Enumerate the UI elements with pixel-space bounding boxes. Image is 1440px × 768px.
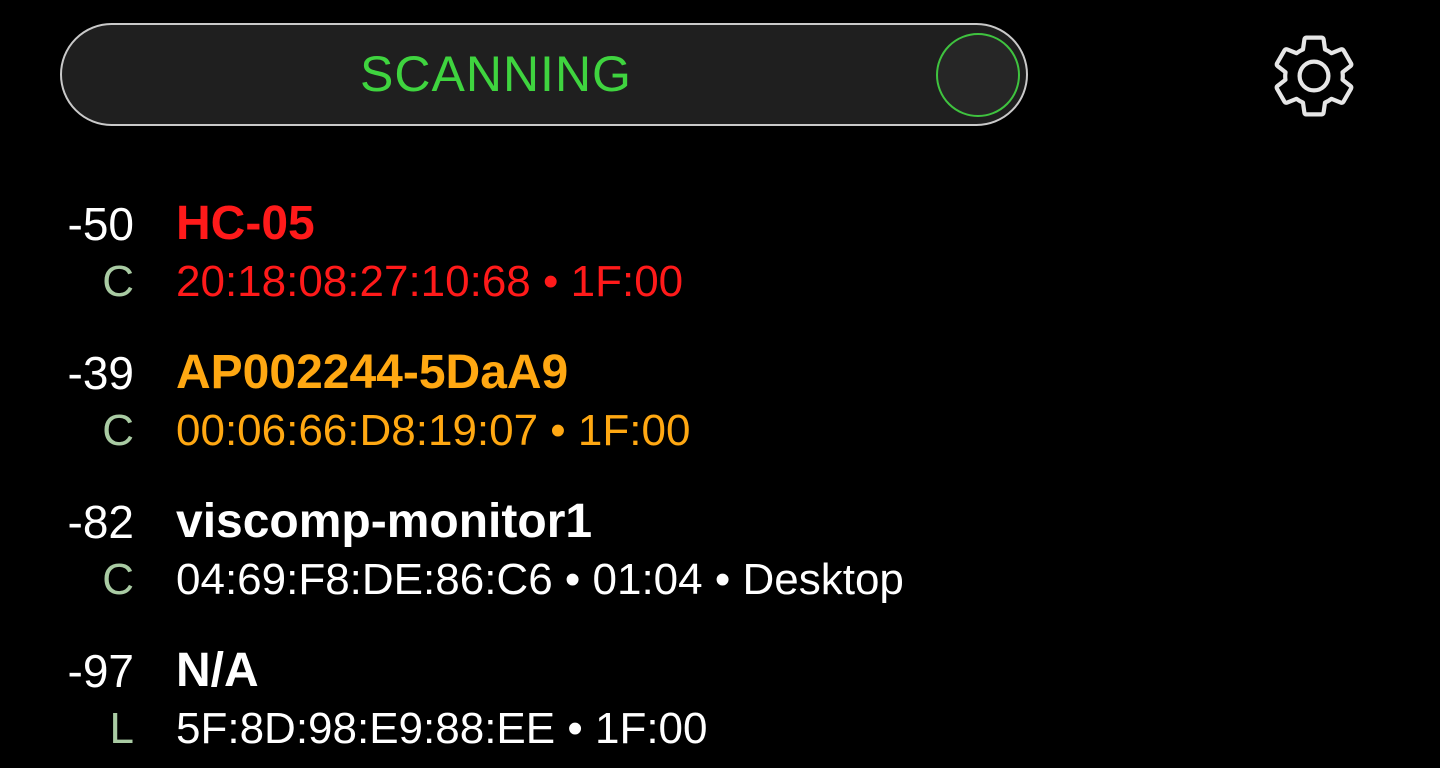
device-address-info: 5F:8D:98:E9:88:EE • 1F:00 bbox=[176, 704, 708, 753]
device-item[interactable]: -39 C AP002244-5DaA9 00:06:66:D8:19:07 •… bbox=[0, 339, 1440, 488]
device-name: HC-05 bbox=[176, 197, 315, 250]
device-address-info: 04:69:F8:DE:86:C6 • 01:04 • Desktop bbox=[176, 555, 904, 604]
rssi-value: -97 bbox=[67, 645, 134, 697]
device-type-tag: L bbox=[109, 704, 134, 753]
scanner-screen: SCANNING -50 C HC-05 20:18:08:27:10:68 •… bbox=[0, 0, 1440, 768]
scan-toggle-button[interactable]: SCANNING bbox=[60, 23, 1028, 126]
device-address-info: 20:18:08:27:10:68 • 1F:00 bbox=[176, 257, 684, 306]
device-list: -50 C HC-05 20:18:08:27:10:68 • 1F:00 -3… bbox=[0, 190, 1440, 768]
device-address-info: 00:06:66:D8:19:07 • 1F:00 bbox=[176, 406, 691, 455]
rssi-value: -82 bbox=[67, 496, 134, 548]
device-type-tag: C bbox=[102, 555, 134, 604]
scan-indicator-icon bbox=[936, 33, 1020, 117]
device-item[interactable]: -97 L N/A 5F:8D:98:E9:88:EE • 1F:00 bbox=[0, 637, 1440, 768]
gear-icon bbox=[1274, 35, 1354, 117]
device-type-tag: C bbox=[102, 406, 134, 455]
scan-status-label: SCANNING bbox=[360, 46, 632, 102]
device-name: AP002244-5DaA9 bbox=[176, 346, 569, 399]
device-type-tag: C bbox=[102, 257, 134, 306]
rssi-value: -50 bbox=[67, 198, 134, 250]
rssi-value: -39 bbox=[67, 347, 134, 399]
device-item[interactable]: -50 C HC-05 20:18:08:27:10:68 • 1F:00 bbox=[0, 190, 1440, 339]
device-name: viscomp-monitor1 bbox=[176, 495, 593, 548]
settings-button[interactable] bbox=[1262, 24, 1366, 128]
device-name: N/A bbox=[176, 644, 259, 697]
device-item[interactable]: -82 C viscomp-monitor1 04:69:F8:DE:86:C6… bbox=[0, 488, 1440, 637]
